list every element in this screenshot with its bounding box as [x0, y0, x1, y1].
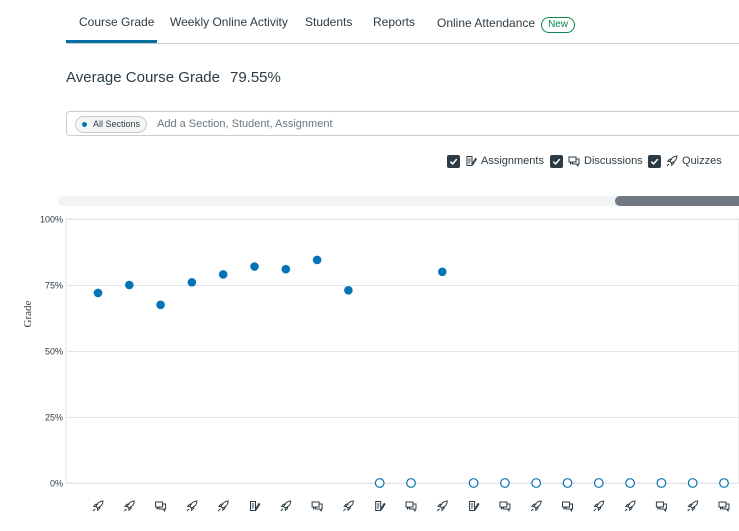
scrollbar-thumb[interactable]	[615, 196, 739, 206]
quiz-icon	[92, 500, 104, 512]
average-grade-value: 79.55%	[229, 69, 281, 86]
assignment-icon	[375, 501, 386, 511]
y-tick-label: 100%	[40, 215, 63, 225]
grade-point	[312, 255, 322, 265]
chart-scrollbar[interactable]	[58, 196, 739, 206]
legend-label: Discussions	[584, 155, 643, 167]
average-grade-label: Average Course Grade	[66, 69, 220, 86]
discussion-icon	[655, 501, 667, 513]
tab-reports[interactable]: Reports	[373, 15, 415, 29]
grade-scatter-chart: Grade 0% 25% 50% 75% 100%	[22, 215, 739, 513]
checkbox-discussions[interactable]	[550, 154, 563, 168]
grade-point	[187, 278, 197, 287]
discussion-icon	[499, 501, 511, 513]
discussion-icon	[311, 501, 323, 513]
new-badge: New	[541, 17, 576, 33]
quiz-icon	[687, 500, 699, 512]
tab-label: Course Grade	[79, 15, 155, 29]
legend-label: Assignments	[481, 155, 544, 167]
grade-point	[93, 288, 103, 298]
grade-point	[250, 262, 259, 271]
grade-point	[281, 264, 291, 274]
all-sections-pill[interactable]: All Sections	[75, 116, 148, 133]
filter-search-input[interactable]	[157, 115, 717, 133]
tab-label: Reports	[373, 15, 416, 29]
quiz-icon	[217, 500, 229, 512]
grade-point-missing	[719, 478, 729, 488]
grade-point-missing	[468, 478, 479, 488]
y-tick-label: 50%	[45, 347, 63, 357]
quiz-icon	[624, 500, 636, 512]
quiz-icon	[186, 500, 198, 512]
quiz-icon	[530, 500, 542, 512]
tab-online-attendance[interactable]: Online Attendance New	[437, 16, 576, 33]
grade-point-missing	[593, 478, 604, 488]
legend-assignments[interactable]: Assignments	[447, 153, 544, 169]
pill-label: All Sections	[93, 119, 141, 129]
assignment-icon	[469, 501, 480, 511]
discussion-icon	[562, 501, 573, 513]
tab-course-grade[interactable]: Course Grade	[79, 15, 154, 43]
grade-point	[344, 285, 353, 295]
grade-point-missing	[406, 478, 416, 488]
dot-icon	[82, 122, 87, 127]
discussion-icon	[718, 501, 730, 513]
y-tick-label: 75%	[45, 281, 63, 291]
quiz-icon	[343, 500, 354, 512]
grade-point-missing	[562, 478, 573, 488]
tab-label: Online Attendance	[437, 16, 536, 30]
grade-point	[125, 280, 134, 290]
discussion-icon	[155, 501, 167, 513]
assignment-icon	[465, 155, 477, 167]
legend-discussions[interactable]: Discussions	[550, 153, 643, 169]
tab-label: Students	[305, 15, 353, 29]
tab-bar: Course Grade Weekly Online Activity Stud…	[66, 0, 739, 44]
grade-point-missing	[531, 478, 542, 488]
quiz-icon	[280, 500, 292, 512]
quiz-icon	[123, 500, 135, 512]
legend-label: Quizzes	[682, 155, 722, 167]
quiz-icon	[666, 155, 678, 167]
active-tab-indicator	[66, 40, 157, 43]
grade-point	[438, 267, 447, 277]
discussion-icon	[568, 155, 580, 167]
grade-point-missing	[625, 478, 635, 488]
filter-bar: All Sections	[66, 111, 739, 136]
grade-point-missing	[500, 478, 510, 488]
page-title: Average Course Grade 79.55%	[66, 69, 281, 86]
grade-point-missing	[656, 478, 667, 488]
y-axis-label: Grade	[22, 300, 34, 327]
quiz-icon	[436, 500, 448, 512]
grade-point	[156, 300, 165, 310]
grade-point-missing	[687, 478, 698, 488]
checkbox-quizzes[interactable]	[648, 154, 661, 168]
checkbox-assignments[interactable]	[447, 154, 460, 168]
quiz-icon	[593, 500, 605, 512]
tab-weekly-online-activity[interactable]: Weekly Online Activity	[170, 15, 288, 29]
y-tick-label: 0%	[50, 479, 63, 489]
assignment-icon	[250, 501, 261, 511]
discussion-icon	[405, 501, 417, 513]
tab-students[interactable]: Students	[305, 15, 352, 29]
y-tick-label: 25%	[45, 413, 63, 423]
tab-label: Weekly Online Activity	[170, 15, 288, 29]
legend-quizzes[interactable]: Quizzes	[648, 153, 722, 169]
grade-point-missing	[374, 478, 385, 488]
grade-point	[218, 270, 228, 279]
